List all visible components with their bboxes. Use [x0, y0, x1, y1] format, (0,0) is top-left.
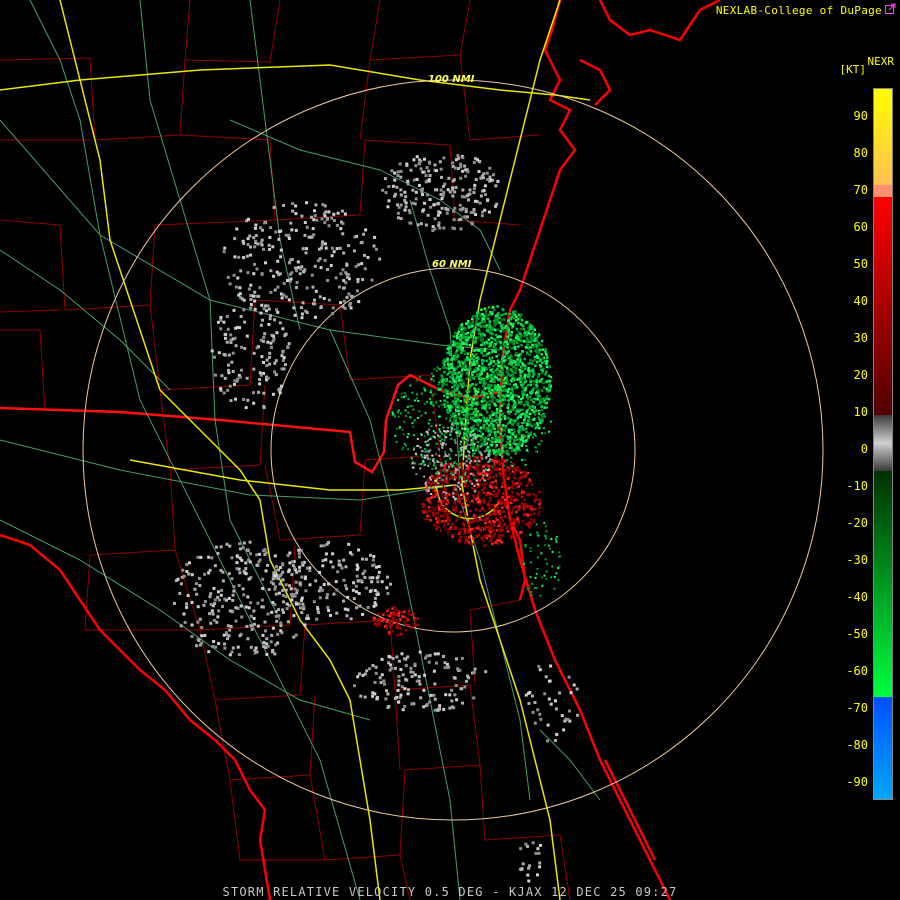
range-ring-60-label: 60 NMI	[432, 259, 472, 270]
scale-seg-yellow	[874, 89, 892, 185]
scale-tick: -10	[846, 479, 868, 493]
scale-tick: 40	[853, 294, 868, 308]
radar-map	[0, 0, 900, 900]
scale-tick: 80	[853, 146, 868, 160]
range-ring-100-label: 100 NMI	[428, 74, 475, 85]
scale-tick: 60	[853, 220, 868, 234]
scale-tick: 90	[853, 109, 868, 123]
scale-tick: 0	[860, 442, 868, 456]
scale-tick: -60	[846, 664, 868, 678]
scale-tick: -40	[846, 590, 868, 604]
product-caption: STORM RELATIVE VELOCITY 0.5 DEG - KJAX 1…	[222, 885, 678, 899]
scale-tick: 10	[853, 405, 868, 419]
scale-tick: -70	[846, 701, 868, 715]
unit-label: [KT]	[839, 63, 867, 76]
scale-seg-gray	[874, 415, 892, 471]
product-label: NEXR	[867, 55, 895, 68]
scale-seg-red	[874, 197, 892, 415]
scale-tick: 50	[853, 257, 868, 271]
credit-text[interactable]: NEXLAB-College of DuPage	[716, 4, 882, 17]
scale-tick: -90	[846, 775, 868, 789]
scale-tick: 30	[853, 331, 868, 345]
scale-tick: -30	[846, 553, 868, 567]
scale-seg-blue	[874, 697, 892, 799]
scale-seg-green	[874, 471, 892, 697]
scale-tick: -20	[846, 516, 868, 530]
velocity-color-scale	[873, 88, 893, 800]
scale-tick: -50	[846, 627, 868, 641]
external-link-icon[interactable]	[885, 3, 896, 14]
scale-seg-orange	[874, 185, 892, 197]
scale-tick: 20	[853, 368, 868, 382]
scale-tick: -80	[846, 738, 868, 752]
scale-tick: 70	[853, 183, 868, 197]
